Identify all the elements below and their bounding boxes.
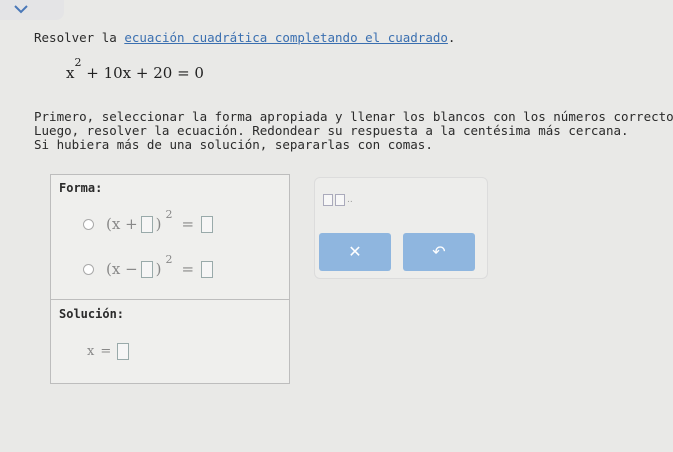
expr-minus-equals: = [181,260,195,278]
expr-minus-right: ) [155,260,162,278]
instructions: Resolver la ecuación cuadrática completa… [34,30,654,46]
expression-plus: (x + ) 2 = [106,208,214,233]
solution-var: x [87,344,95,359]
expr-plus-exponent: 2 [165,207,173,221]
radio-button-plus[interactable] [83,218,94,230]
equation-rest: + 10x + 20 = 0 [81,64,204,82]
undo-button[interactable]: ↶ [403,233,475,271]
blank-input-minus-rhs[interactable] [201,260,214,278]
clear-button[interactable]: ✕ [319,233,391,271]
instructions-suffix: . [447,30,456,45]
paragraph-line-2: Luego, resolver la ecuación. Redondear s… [34,123,629,138]
expr-plus-equals: = [181,215,195,233]
form-option-minus[interactable]: (x − ) 2 = [83,253,214,278]
expr-minus-exponent: 2 [165,252,173,266]
template-dots: .. [347,195,353,205]
solution-equals: = [100,344,112,359]
blank-input-plus-rhs[interactable] [201,215,214,233]
solution-divider [51,299,289,300]
paragraph-line-1: Primero, seleccionar la forma apropiada … [34,109,673,124]
expr-minus-left: (x − [106,260,138,278]
equation-exponent: 2 [74,56,82,69]
template-box-1 [323,194,333,206]
two-box-template-icon[interactable]: .. [323,194,353,206]
instructions-prefix: Resolver la [34,30,125,45]
expr-plus-left: (x + [106,215,138,233]
paragraph-line-3: Si hubiera más de una solución, separarl… [34,137,433,152]
solution-row: x = [87,343,130,360]
form-panel: Forma: (x + ) 2 = (x − ) 2 = Solución: x… [50,174,290,384]
collapse-tab[interactable] [0,0,64,20]
blank-input-minus-inner[interactable] [140,260,153,278]
undo-icon: ↶ [432,244,446,261]
form-option-plus[interactable]: (x + ) 2 = [83,208,214,233]
answer-tool-panel: .. ✕ ↶ [314,177,488,279]
close-icon: ✕ [348,244,362,261]
quadratic-equation-link[interactable]: ecuación cuadrática completando el cuadr… [124,30,448,45]
radio-button-minus[interactable] [83,263,94,275]
expr-plus-right: ) [155,215,162,233]
quadratic-equation: x2 + 10x + 20 = 0 [66,56,204,82]
blank-input-plus-inner[interactable] [140,215,153,233]
template-box-2 [335,194,345,206]
chevron-down-icon[interactable] [14,2,28,18]
expression-minus: (x − ) 2 = [106,253,214,278]
instructions-paragraph: Primero, seleccionar la forma apropiada … [34,109,673,152]
form-label: Forma: [59,181,103,195]
solution-label: Solución: [59,307,125,321]
solution-input[interactable] [117,343,130,360]
